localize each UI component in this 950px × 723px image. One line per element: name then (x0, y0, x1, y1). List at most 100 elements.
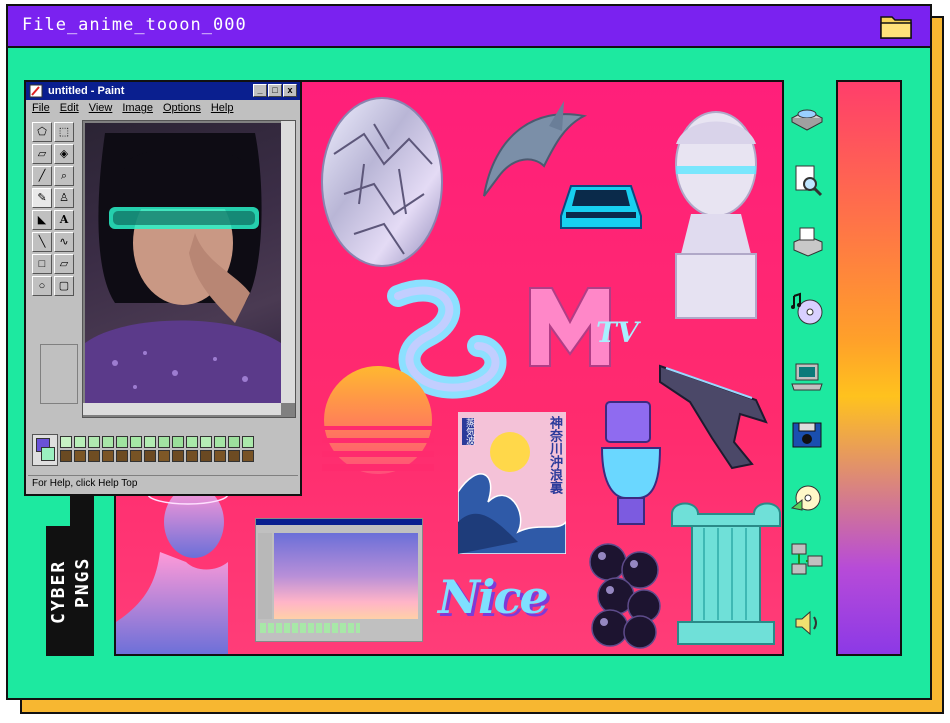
color-palette (32, 434, 294, 468)
palette-swatch[interactable] (88, 436, 100, 448)
menu-file[interactable]: File (32, 100, 50, 116)
cyber-text: CYBER (48, 559, 69, 624)
printer-icon[interactable] (790, 226, 824, 260)
menu-view[interactable]: View (89, 100, 113, 116)
paint-title: untitled - Paint (48, 85, 125, 97)
palette-swatch[interactable] (158, 450, 170, 462)
retro-sun (322, 366, 434, 474)
paint-canvas[interactable] (82, 120, 296, 418)
greek-bust (675, 111, 757, 319)
airbrush-icon[interactable]: ◣ (32, 210, 52, 230)
polygon-icon[interactable]: ▱ (54, 254, 74, 274)
menu-options[interactable]: Options (163, 100, 201, 116)
network-icon[interactable] (790, 542, 824, 576)
wave-poster: 神奈川沖浪裏 蒸気波 (458, 412, 566, 554)
palette-swatch[interactable] (158, 436, 170, 448)
cyber-pngs-label: CYBER PNGS (46, 496, 94, 656)
poster-vertical-text: 神奈川沖浪裏 (547, 416, 562, 494)
palette-swatch[interactable] (186, 450, 198, 462)
palette-swatch[interactable] (228, 450, 240, 462)
rect-select-icon[interactable]: ⬚ (54, 122, 74, 142)
rectangle-icon[interactable]: □ (32, 254, 52, 274)
tool-options-panel[interactable] (40, 344, 78, 404)
mtv-logo: TV (526, 282, 642, 370)
document-search-icon[interactable] (790, 164, 824, 198)
gradient-bar (836, 80, 902, 656)
palette-swatch[interactable] (172, 436, 184, 448)
ellipse-icon[interactable]: ○ (32, 276, 52, 296)
palette-swatch[interactable] (200, 450, 212, 462)
chrome-spheres (589, 543, 661, 649)
palette-swatch[interactable] (172, 450, 184, 462)
fill-icon[interactable]: ◈ (54, 144, 74, 164)
delorean-car (560, 185, 642, 229)
magnifier-icon[interactable]: ⌕ (54, 166, 74, 186)
column (671, 502, 781, 645)
paint-app-icon (29, 84, 43, 98)
mini-paint-screenshot (255, 518, 423, 642)
palette-swatch[interactable] (214, 436, 226, 448)
mtv-tv-text: TV (596, 316, 639, 349)
palette-swatch[interactable] (228, 436, 240, 448)
vertical-scrollbar[interactable] (281, 121, 295, 403)
pistol (659, 364, 768, 470)
palette-swatch[interactable] (144, 450, 156, 462)
palette-swatch[interactable] (102, 450, 114, 462)
pencil-icon[interactable]: ✎ (32, 188, 52, 208)
rounded-rect-icon[interactable]: ▢ (54, 276, 74, 296)
palette-swatch[interactable] (116, 450, 128, 462)
paint-titlebar: untitled - Paint _ □ x (26, 82, 300, 100)
window-buttons: _ □ x (253, 84, 297, 97)
paint-window: untitled - Paint _ □ x File Edit View Im… (24, 80, 302, 496)
palette-swatch[interactable] (200, 436, 212, 448)
palette-swatch[interactable] (144, 436, 156, 448)
palette-swatch[interactable] (214, 450, 226, 462)
close-button[interactable]: x (283, 84, 297, 97)
greek-statue (116, 483, 228, 654)
curve-icon[interactable]: ∿ (54, 232, 74, 252)
cd-audio-icon[interactable] (790, 480, 824, 514)
palette-swatch[interactable] (74, 436, 86, 448)
computer-icon[interactable] (790, 360, 824, 394)
palette-swatch[interactable] (242, 450, 254, 462)
palette-swatch[interactable] (130, 450, 142, 462)
titlebar: File_anime_tooon_000 (8, 6, 930, 48)
palette-swatch[interactable] (60, 450, 72, 462)
poster-small-text: 蒸気波 (462, 418, 474, 445)
palette-swatch[interactable] (130, 436, 142, 448)
menu-help[interactable]: Help (211, 100, 234, 116)
palette-swatch[interactable] (186, 436, 198, 448)
cd-drive-icon[interactable] (790, 100, 824, 134)
toilet (600, 401, 662, 525)
window-title: File_anime_tooon_000 (22, 15, 247, 35)
palette-swatch[interactable] (116, 436, 128, 448)
desktop-icon-column (788, 92, 828, 652)
palette-swatch[interactable] (88, 450, 100, 462)
menu-edit[interactable]: Edit (60, 100, 79, 116)
pngs-text: PNGS (72, 556, 93, 608)
palette-swatch[interactable] (60, 436, 72, 448)
menu-image[interactable]: Image (122, 100, 153, 116)
line-icon[interactable]: ╲ (32, 232, 52, 252)
horizontal-scrollbar[interactable] (83, 403, 281, 415)
eraser-icon[interactable]: ▱ (32, 144, 52, 164)
palette-swatch[interactable] (102, 436, 114, 448)
color-picker-icon[interactable]: ╱ (32, 166, 52, 186)
nice-lettering: Nice (438, 570, 549, 624)
brush-icon[interactable]: ♙ (54, 188, 74, 208)
music-cd-icon[interactable] (790, 292, 824, 326)
maximize-button[interactable]: □ (268, 84, 282, 97)
palette-swatch[interactable] (74, 450, 86, 462)
paint-toolbox: ⬠ ⬚ ▱ ◈ ╱ ⌕ ✎ ♙ ◣ A ╲ ∿ □ ▱ ○ ▢ (32, 122, 78, 412)
minimize-button[interactable]: _ (253, 84, 267, 97)
current-colors[interactable] (32, 434, 58, 466)
camera-disk-icon[interactable] (790, 418, 824, 452)
speaker-icon[interactable] (790, 606, 824, 640)
free-select-icon[interactable]: ⬠ (32, 122, 52, 142)
paint-menubar: File Edit View Image Options Help (26, 100, 300, 116)
palette-swatch[interactable] (242, 436, 254, 448)
chrome-head (321, 97, 443, 267)
canvas-photo (85, 123, 281, 403)
folder-icon[interactable] (880, 13, 912, 39)
text-icon[interactable]: A (54, 210, 74, 230)
